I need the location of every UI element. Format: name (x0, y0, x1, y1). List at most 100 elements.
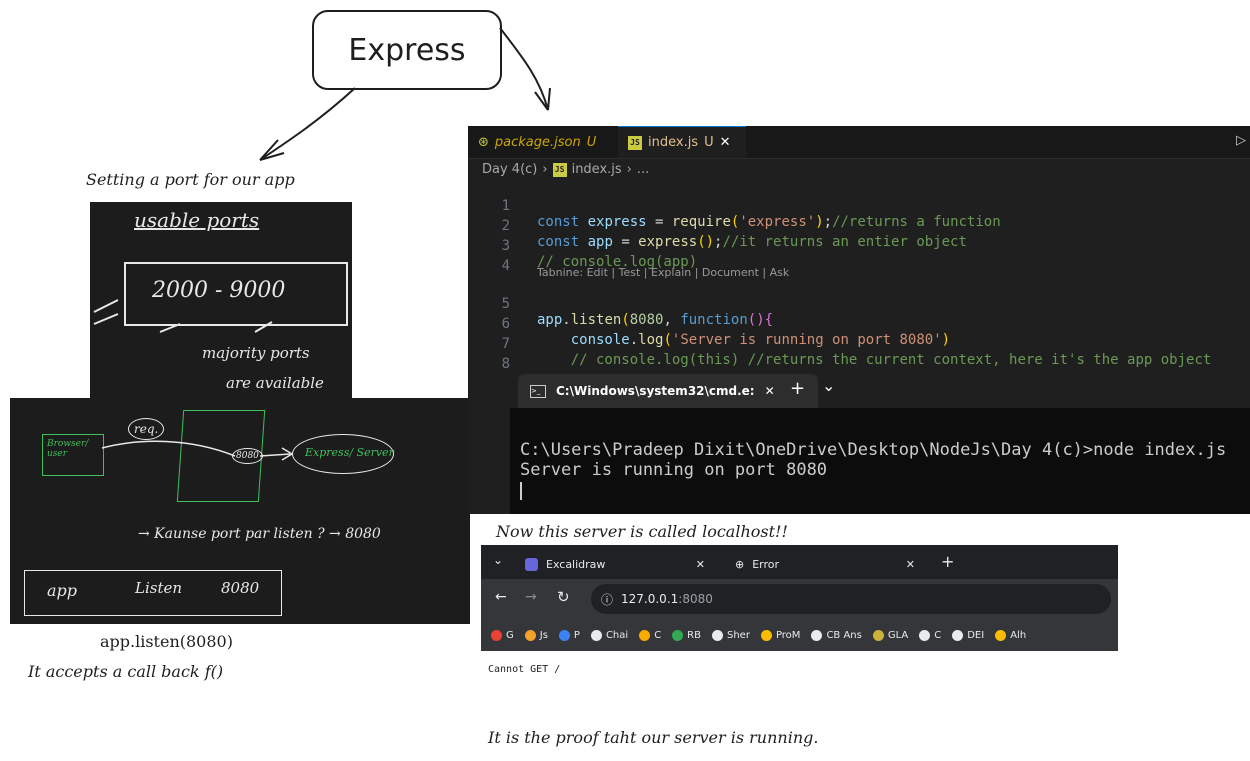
bookmark-item[interactable]: Js (524, 629, 548, 641)
breadcrumb-file[interactable]: index.js (572, 162, 622, 177)
cmd-icon: >_ (530, 384, 546, 398)
terminal-window: >_ C:\Windows\system32\cmd.e: ✕ + ⌄ C:\U… (510, 368, 1250, 514)
site-info-icon[interactable]: ⓘ (601, 591, 613, 608)
code-line-1[interactable]: 1 const express = require('express');//r… (468, 182, 1250, 230)
bookmark-favicon-icon (811, 629, 823, 641)
address-bar[interactable]: ⓘ 127.0.0.1:8080 (591, 584, 1111, 614)
board-note-1: majority ports (202, 344, 310, 362)
globe-icon: ⊕ (735, 558, 745, 571)
bookmark-label: P (573, 629, 580, 641)
code-line-8[interactable]: 8 }) (468, 340, 1250, 388)
tab-excalidraw-title: Excalidraw (546, 558, 606, 571)
line-number: 4 (501, 258, 510, 274)
js-file-icon: JS (628, 135, 642, 150)
tab-index-status: U (704, 135, 714, 150)
tab-package-status: U (586, 134, 597, 150)
reload-icon[interactable]: ↻ (557, 588, 570, 606)
bookmark-favicon-icon (919, 629, 931, 641)
new-tab-button[interactable]: + (790, 378, 805, 399)
tab-error[interactable]: ⊕ Error ✕ (725, 550, 925, 579)
board-note-2: are available (226, 374, 324, 392)
bookmark-item[interactable]: C (639, 629, 662, 641)
code-line-6[interactable]: 6 console.log('Server is running on port… (468, 300, 1250, 348)
code-line-2[interactable]: 2 const app = express();//it returns an … (468, 202, 1250, 250)
listen-caption: app.listen(8080) (100, 632, 233, 651)
bookmark-item[interactable]: DEI (952, 629, 985, 641)
bookmark-favicon-icon (995, 629, 1007, 641)
board-heading: usable ports (134, 208, 260, 232)
forward-icon[interactable]: → (525, 589, 537, 605)
terminal-tab[interactable]: >_ C:\Windows\system32\cmd.e: ✕ (518, 374, 818, 408)
bookmark-label: CB Ans (826, 629, 862, 641)
line-number: 8 (501, 356, 510, 372)
bookmark-favicon-icon (590, 629, 602, 641)
tabnine-codelens[interactable]: Tabnine: Edit | Test | Explain | Documen… (537, 266, 789, 279)
bookmark-label: RB (687, 629, 701, 641)
tab-package-json[interactable]: ⊛ package.json U (468, 126, 618, 158)
run-icon[interactable]: ▷ (1236, 133, 1246, 148)
bookmark-item[interactable]: CB Ans (811, 629, 862, 641)
terminal-prompt-line: C:\Users\Pradeep Dixit\OneDrive\Desktop\… (520, 440, 1227, 460)
bookmark-label: C (934, 629, 942, 641)
listen-diagram-board: Browser/ user req. 8080 Express/ Server … (10, 398, 470, 624)
bookmark-item[interactable]: Chai (590, 629, 629, 641)
bookmark-item[interactable]: RB (672, 629, 701, 641)
listen-code-box: app Listen 8080 (24, 570, 282, 616)
code-line-4[interactable]: 4 (468, 242, 1250, 274)
editor-tab-bar: ⊛ package.json U JS index.js U ✕ ▷ (468, 126, 1250, 159)
tab-excalidraw[interactable]: Excalidraw ✕ (515, 550, 715, 579)
js-file-icon: JS (552, 162, 567, 177)
proof-caption: It is the proof taht our server is runni… (488, 728, 819, 747)
breadcrumb-folder[interactable]: Day 4(c) (482, 162, 537, 177)
new-tab-button[interactable]: + (941, 552, 954, 571)
close-icon[interactable]: ✕ (765, 384, 775, 398)
bookmark-favicon-icon (711, 629, 723, 641)
back-icon[interactable]: ← (495, 589, 507, 605)
tab-index-label: index.js (648, 135, 699, 150)
bookmark-item[interactable]: G (491, 629, 514, 641)
callback-caption: It accepts a call back f() (28, 662, 224, 681)
bookmark-label: C (654, 629, 662, 641)
chevron-right-icon: › (542, 162, 548, 177)
close-icon[interactable]: ✕ (906, 558, 915, 571)
bookmark-favicon-icon (491, 629, 502, 641)
json-file-icon: ⊛ (478, 134, 489, 150)
tab-package-label: package.json (494, 134, 581, 150)
code-line-3[interactable]: 3 // console.log(app) (468, 222, 1250, 270)
chevron-down-icon[interactable]: ⌄ (822, 376, 835, 395)
breadcrumb-more[interactable]: ... (637, 162, 649, 177)
excalidraw-icon (525, 558, 538, 571)
bookmark-label: Js (539, 629, 548, 641)
bookmark-item[interactable]: Alh (995, 629, 1026, 641)
bookmark-favicon-icon (639, 629, 651, 641)
bookmark-label: GLA (887, 629, 909, 641)
bookmark-item[interactable]: C (919, 629, 942, 641)
bookmark-favicon-icon (760, 629, 772, 641)
bookmark-favicon-icon (524, 629, 536, 641)
code-line-7[interactable]: 7 // console.log(this) //returns the cur… (468, 320, 1250, 368)
bookmark-item[interactable]: ProM (760, 629, 800, 641)
tab-search-icon[interactable]: ⌄ (493, 553, 503, 567)
bookmarks-bar: G Js P Chai C RB Sher ProM CB Ans GLA C DEI Alh (481, 619, 1118, 651)
tab-index-js[interactable]: JS index.js U ✕ (618, 126, 746, 158)
bookmark-label: DEI (967, 629, 985, 641)
chalk-ticks (93, 299, 273, 333)
flow-arrows (101, 440, 294, 461)
bookmark-item[interactable]: Sher (711, 629, 750, 641)
code-line-5[interactable]: 5 app.listen(8080, function(){ (468, 280, 1250, 328)
bookmark-favicon-icon (872, 629, 884, 641)
close-tab-icon[interactable]: ✕ (720, 135, 731, 150)
usable-ports-board: usable ports 2000 - 9000 majority ports … (90, 202, 352, 400)
bookmark-label: Chai (605, 629, 629, 641)
port-caption: Setting a port for our app (86, 170, 295, 189)
bookmark-item[interactable]: GLA (872, 629, 909, 641)
chalk-app: app (47, 581, 78, 600)
port-question: → Kaunse port par listen ? → 8080 (138, 526, 381, 542)
bookmark-favicon-icon (952, 629, 964, 641)
close-icon[interactable]: ✕ (696, 558, 705, 571)
page-body-text: Cannot GET / (488, 664, 561, 675)
url-host: 127.0.0.1 (621, 592, 679, 606)
bookmark-label: G (506, 629, 514, 641)
bookmark-item[interactable]: P (558, 629, 580, 641)
browser-window: ⌄ Excalidraw ✕ ⊕ Error ✕ + ← → ↻ ⓘ 127.0… (481, 545, 1118, 651)
